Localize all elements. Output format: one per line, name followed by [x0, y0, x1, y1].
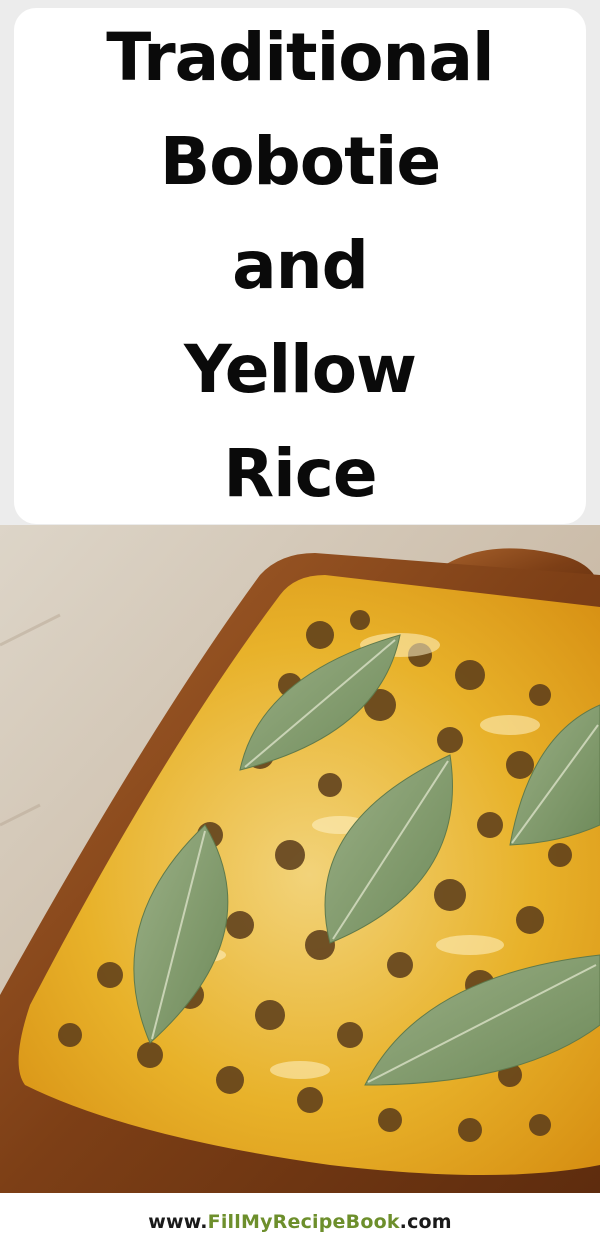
footer: www.FillMyRecipeBook.com — [0, 1193, 600, 1250]
title-line-5: Rice — [223, 435, 377, 512]
title-line-4: Yellow — [183, 331, 417, 408]
website-url[interactable]: www.FillMyRecipeBook.com — [148, 1211, 452, 1233]
bobotie-photo — [0, 525, 600, 1193]
url-prefix: www. — [148, 1210, 208, 1233]
url-suffix: .com — [399, 1210, 452, 1233]
url-brand: FillMyRecipeBook — [207, 1210, 400, 1233]
title-line-3: and — [232, 227, 369, 304]
title-line-2: Bobotie — [159, 123, 441, 200]
title-line-1: Traditional — [106, 19, 494, 96]
title-card: Traditional Bobotie and Yellow Rice — [14, 8, 586, 524]
